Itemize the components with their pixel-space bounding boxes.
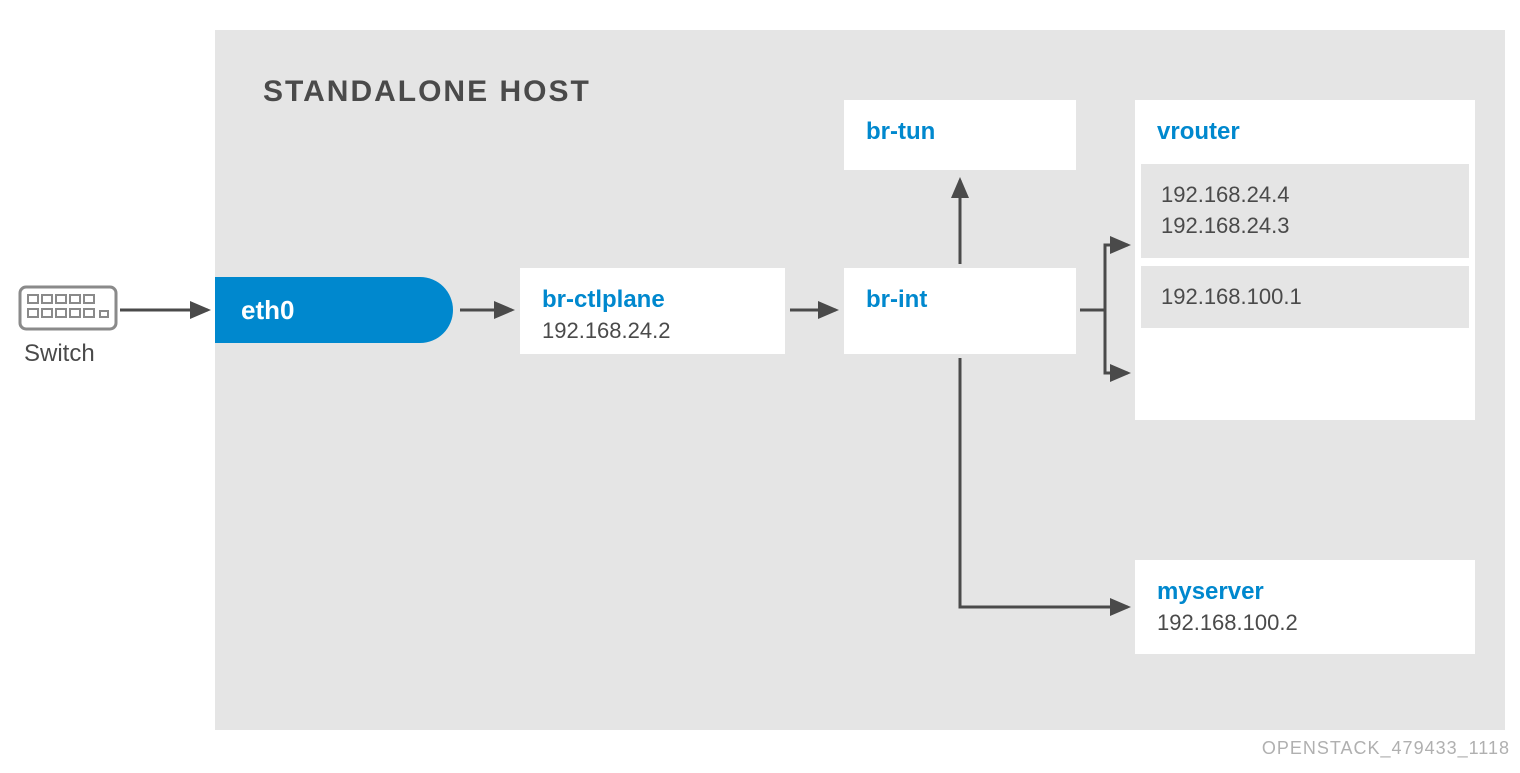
vrouter-subnet-2: 192.168.100.1 bbox=[1139, 264, 1471, 331]
myserver-box: myserver 192.168.100.2 bbox=[1135, 560, 1475, 654]
br-int-box: br-int bbox=[844, 268, 1076, 354]
vrouter-title: vrouter bbox=[1157, 118, 1453, 146]
eth0-block: eth0 bbox=[215, 277, 453, 343]
vrouter-ip-3: 192.168.100.1 bbox=[1161, 282, 1449, 313]
vrouter-ip-2: 192.168.24.3 bbox=[1161, 211, 1449, 242]
br-ctlplane-box: br-ctlplane 192.168.24.2 bbox=[520, 268, 785, 354]
myserver-ip: 192.168.100.2 bbox=[1157, 610, 1453, 636]
br-tun-box: br-tun bbox=[844, 100, 1076, 170]
vrouter-box: vrouter 192.168.24.4 192.168.24.3 192.16… bbox=[1135, 100, 1475, 420]
eth0-label: eth0 bbox=[241, 295, 294, 326]
br-int-title: br-int bbox=[866, 286, 1054, 314]
br-ctlplane-ip: 192.168.24.2 bbox=[542, 318, 763, 344]
vrouter-ip-1: 192.168.24.4 bbox=[1161, 180, 1449, 211]
br-tun-title: br-tun bbox=[866, 118, 1054, 146]
br-ctlplane-title: br-ctlplane bbox=[542, 286, 763, 314]
host-title: STANDALONE HOST bbox=[263, 75, 591, 109]
switch-label: Switch bbox=[24, 340, 95, 368]
vrouter-subnet-1: 192.168.24.4 192.168.24.3 bbox=[1139, 162, 1471, 260]
myserver-title: myserver bbox=[1157, 578, 1453, 606]
footer-text: OPENSTACK_479433_1118 bbox=[1262, 738, 1510, 759]
switch-icon bbox=[18, 285, 118, 335]
